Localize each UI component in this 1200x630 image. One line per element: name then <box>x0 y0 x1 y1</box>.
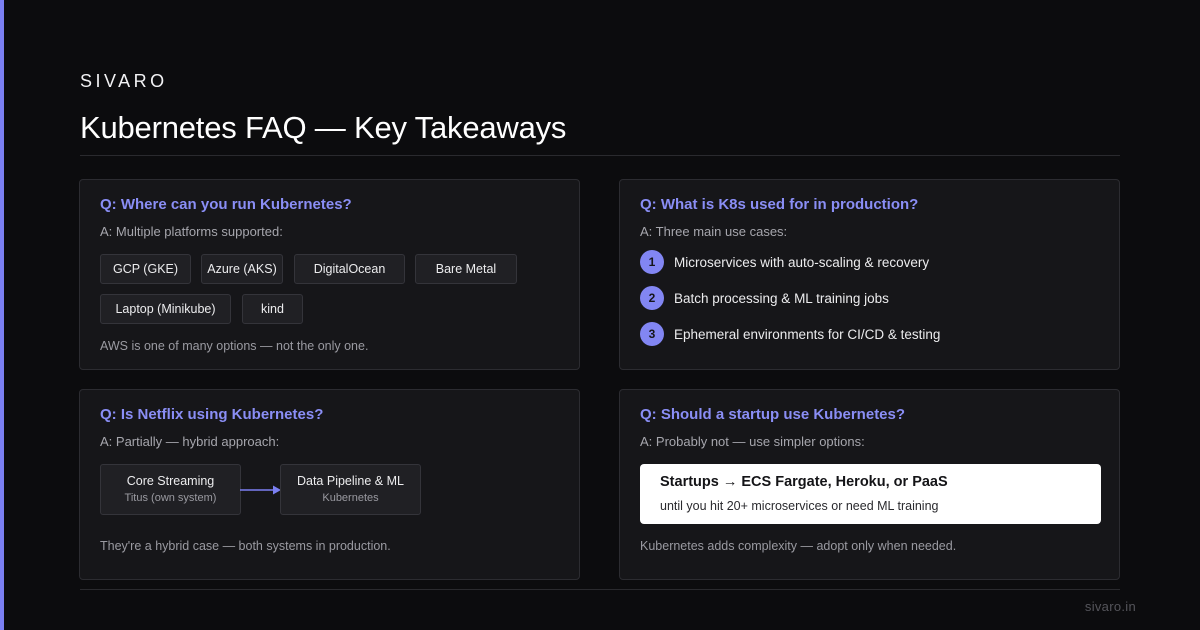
platform-chip: kind <box>242 294 303 324</box>
diagram-node-core-streaming: Core Streaming Titus (own system) <box>100 464 241 515</box>
page-title: Kubernetes FAQ — Key Takeaways <box>80 110 567 145</box>
use-case-text: Batch processing & ML training jobs <box>674 290 889 306</box>
diagram-node-data-pipeline: Data Pipeline & ML Kubernetes <box>280 464 421 515</box>
callout-headline: Startups → ECS Fargate, Heroku, or PaaS <box>660 474 948 490</box>
use-case-text: Ephemeral environments for CI/CD & testi… <box>674 326 941 342</box>
use-case-item: 2 Batch processing & ML training jobs <box>640 286 889 310</box>
card-netflix: Q: Is Netflix using Kubernetes? A: Parti… <box>79 389 580 580</box>
node-subtitle: Titus (own system) <box>124 492 217 504</box>
card-note: They're a hybrid case — both systems in … <box>100 539 391 553</box>
card-answer: A: Probably not — use simpler options: <box>640 434 865 449</box>
card-question: Q: Is Netflix using Kubernetes? <box>100 406 324 423</box>
card-platforms: Q: Where can you run Kubernetes? A: Mult… <box>79 179 580 370</box>
title-divider <box>80 155 1120 156</box>
card-startup: Q: Should a startup use Kubernetes? A: P… <box>619 389 1120 580</box>
card-note: Kubernetes adds complexity — adopt only … <box>640 539 957 553</box>
platform-chip: Laptop (Minikube) <box>100 294 231 324</box>
use-case-item: 3 Ephemeral environments for CI/CD & tes… <box>640 322 940 346</box>
number-badge: 3 <box>640 322 664 346</box>
card-answer: A: Partially — hybrid approach: <box>100 434 280 449</box>
footer-url: sivaro.in <box>1084 599 1136 614</box>
node-subtitle: Kubernetes <box>322 492 379 504</box>
platform-chip: Azure (AKS) <box>201 254 283 284</box>
card-question: Q: Should a startup use Kubernetes? <box>640 406 906 423</box>
number-badge: 2 <box>640 286 664 310</box>
number-badge: 1 <box>640 250 664 274</box>
footer-divider <box>80 589 1120 590</box>
callout-subtext: until you hit 20+ microservices or need … <box>660 499 939 513</box>
recommendation-callout: Startups → ECS Fargate, Heroku, or PaaS … <box>640 464 1101 524</box>
node-title: Core Streaming <box>126 474 215 488</box>
use-case-item: 1 Microservices with auto-scaling & reco… <box>640 250 929 274</box>
platform-chip: GCP (GKE) <box>100 254 191 284</box>
brand-logo: SIVARO <box>80 71 168 91</box>
accent-bar <box>0 0 4 630</box>
card-answer: A: Three main use cases: <box>640 224 788 239</box>
platform-chip: Bare Metal <box>415 254 517 284</box>
card-answer: A: Multiple platforms supported: <box>100 224 283 239</box>
card-question: Q: What is K8s used for in production? <box>640 196 919 213</box>
card-production: Q: What is K8s used for in production? A… <box>619 179 1120 370</box>
card-note: AWS is one of many options — not the onl… <box>100 339 369 353</box>
arrow-right-icon <box>240 485 281 495</box>
card-question: Q: Where can you run Kubernetes? <box>100 196 352 213</box>
platform-chip: DigitalOcean <box>294 254 405 284</box>
use-case-text: Microservices with auto-scaling & recove… <box>674 254 930 270</box>
node-title: Data Pipeline & ML <box>296 474 404 488</box>
